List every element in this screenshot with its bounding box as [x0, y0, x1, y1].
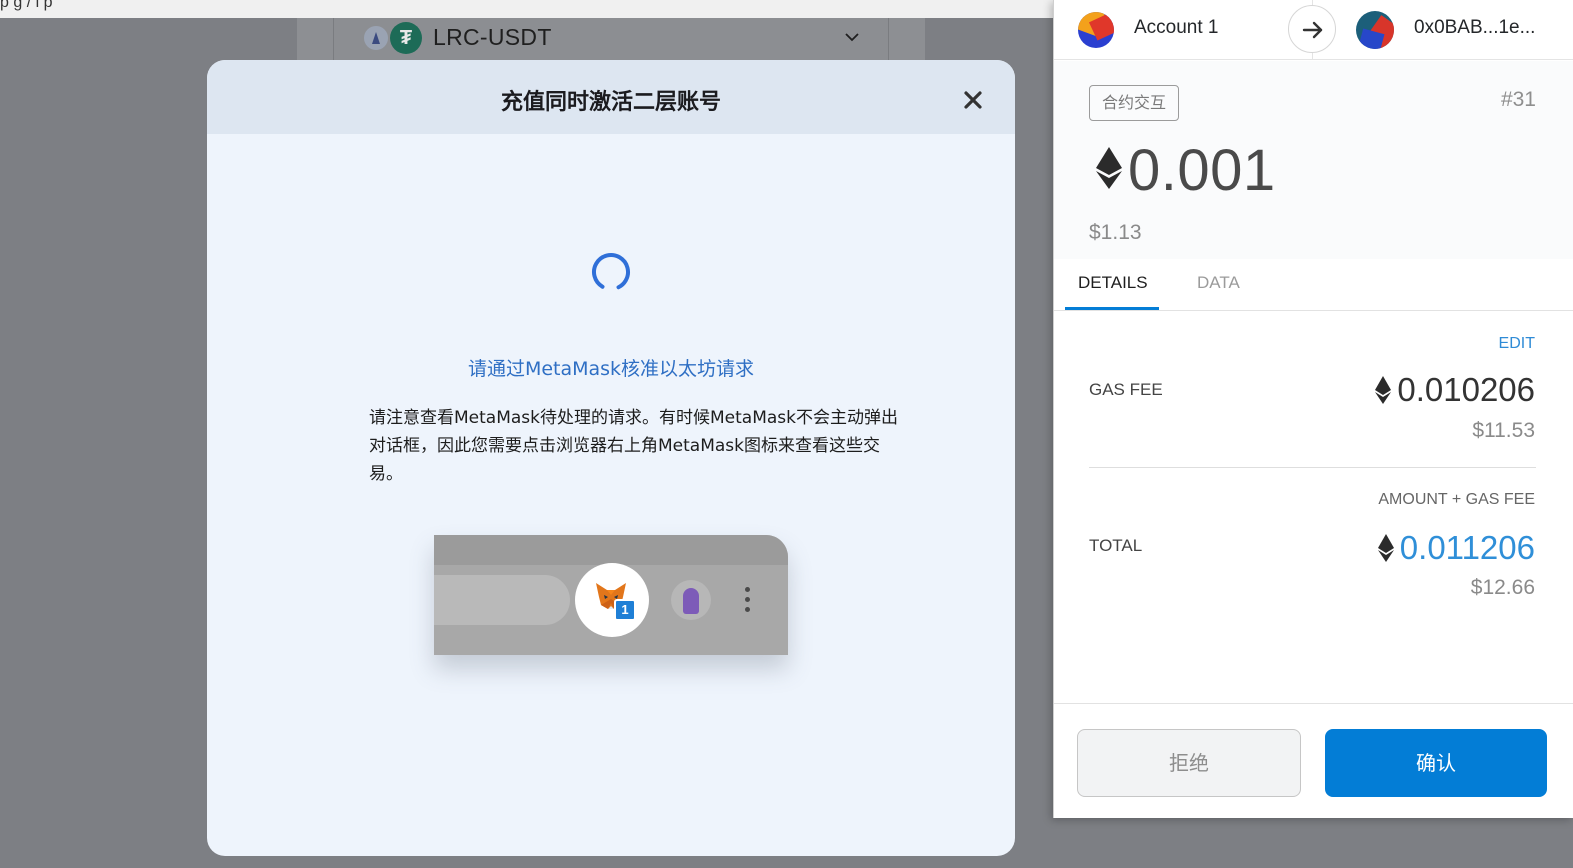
recipient-address[interactable]: 0x0BAB...1e... — [1414, 17, 1535, 39]
pair-token-icons: ₮ — [362, 22, 424, 54]
tx-nonce: #31 — [1500, 88, 1536, 111]
illustration-url-bar — [434, 575, 570, 625]
tab-data[interactable]: DATA — [1197, 273, 1240, 293]
total-value-line: 0.011206 — [1377, 528, 1535, 568]
reject-button[interactable]: 拒绝 — [1077, 729, 1301, 797]
more-vertical-icon — [745, 587, 751, 613]
url-fragment: p g / i p — [0, 0, 53, 11]
arrow-right-icon — [1288, 5, 1336, 53]
metamask-instructions: 请注意查看MetaMask待处理的请求。有时候MetaMask不会主动弹出对话框… — [369, 408, 898, 484]
modal-header: 充值同时激活二层账号 — [207, 60, 1015, 134]
gas-fee-value: 0.010206 — [1397, 371, 1535, 408]
tx-amount-fiat: $1.13 — [1089, 221, 1142, 244]
sender-account-name[interactable]: Account 1 — [1134, 17, 1219, 39]
approval-status-text: 请通过MetaMask核准以太坊请求 — [467, 358, 755, 380]
gas-fee-label: GAS FEE — [1089, 380, 1163, 399]
total-value: 0.011206 — [1399, 529, 1535, 566]
details-tabs: DETAILS DATA — [1054, 259, 1573, 311]
edit-gas-link[interactable]: EDIT — [1499, 335, 1535, 353]
tx-type-badge: 合约交互 — [1089, 85, 1180, 121]
metamask-header: Account 1 0x0BAB...1e... — [1054, 0, 1573, 60]
metamask-extension-illustration: 1 — [434, 535, 788, 655]
lrc-token-icon — [362, 24, 390, 52]
active-tab-indicator — [1065, 307, 1159, 310]
metamask-confirm-panel: Account 1 0x0BAB...1e... 合约交互 #31 0.001 … — [1053, 0, 1573, 818]
deposit-activate-modal: 充值同时激活二层账号 请通过MetaMask核准以太坊请求 请注意查看MetaM… — [207, 60, 1015, 856]
pair-label: LRC-USDT — [433, 24, 552, 50]
recipient-avatar-icon — [1356, 11, 1394, 49]
confirm-button[interactable]: 确认 — [1325, 729, 1547, 797]
modal-title: 充值同时激活二层账号 — [500, 90, 721, 115]
gas-fee-fiat: $11.53 — [1472, 419, 1535, 442]
section-divider — [1089, 467, 1536, 468]
ethereum-icon — [1096, 147, 1122, 189]
usdt-token-icon: ₮ — [390, 22, 422, 54]
account-avatar-icon — [1078, 12, 1114, 48]
total-fiat: $12.66 — [1470, 576, 1535, 599]
ethereum-icon — [1375, 376, 1392, 404]
browser-url-strip: p g / i p — [0, 0, 1055, 18]
ethereum-icon — [1377, 534, 1394, 562]
close-icon[interactable] — [959, 86, 987, 114]
loading-spinner-icon — [592, 253, 630, 291]
total-label: TOTAL — [1089, 536, 1143, 555]
action-footer: 拒绝 确认 — [1054, 703, 1573, 818]
chevron-down-icon[interactable] — [843, 28, 861, 46]
tx-amount: 0.001 — [1128, 138, 1276, 203]
gas-fee-value-line: 0.010206 — [1375, 370, 1535, 410]
transaction-summary: 合约交互 #31 0.001 $1.13 — [1054, 61, 1573, 259]
illustration-tabstrip — [434, 535, 788, 565]
pending-count-badge: 1 — [614, 599, 636, 621]
amount-plus-gas-label: AMOUNT + GAS FEE — [1378, 491, 1535, 508]
profile-avatar-icon — [671, 580, 711, 620]
tab-details[interactable]: DETAILS — [1078, 273, 1148, 293]
